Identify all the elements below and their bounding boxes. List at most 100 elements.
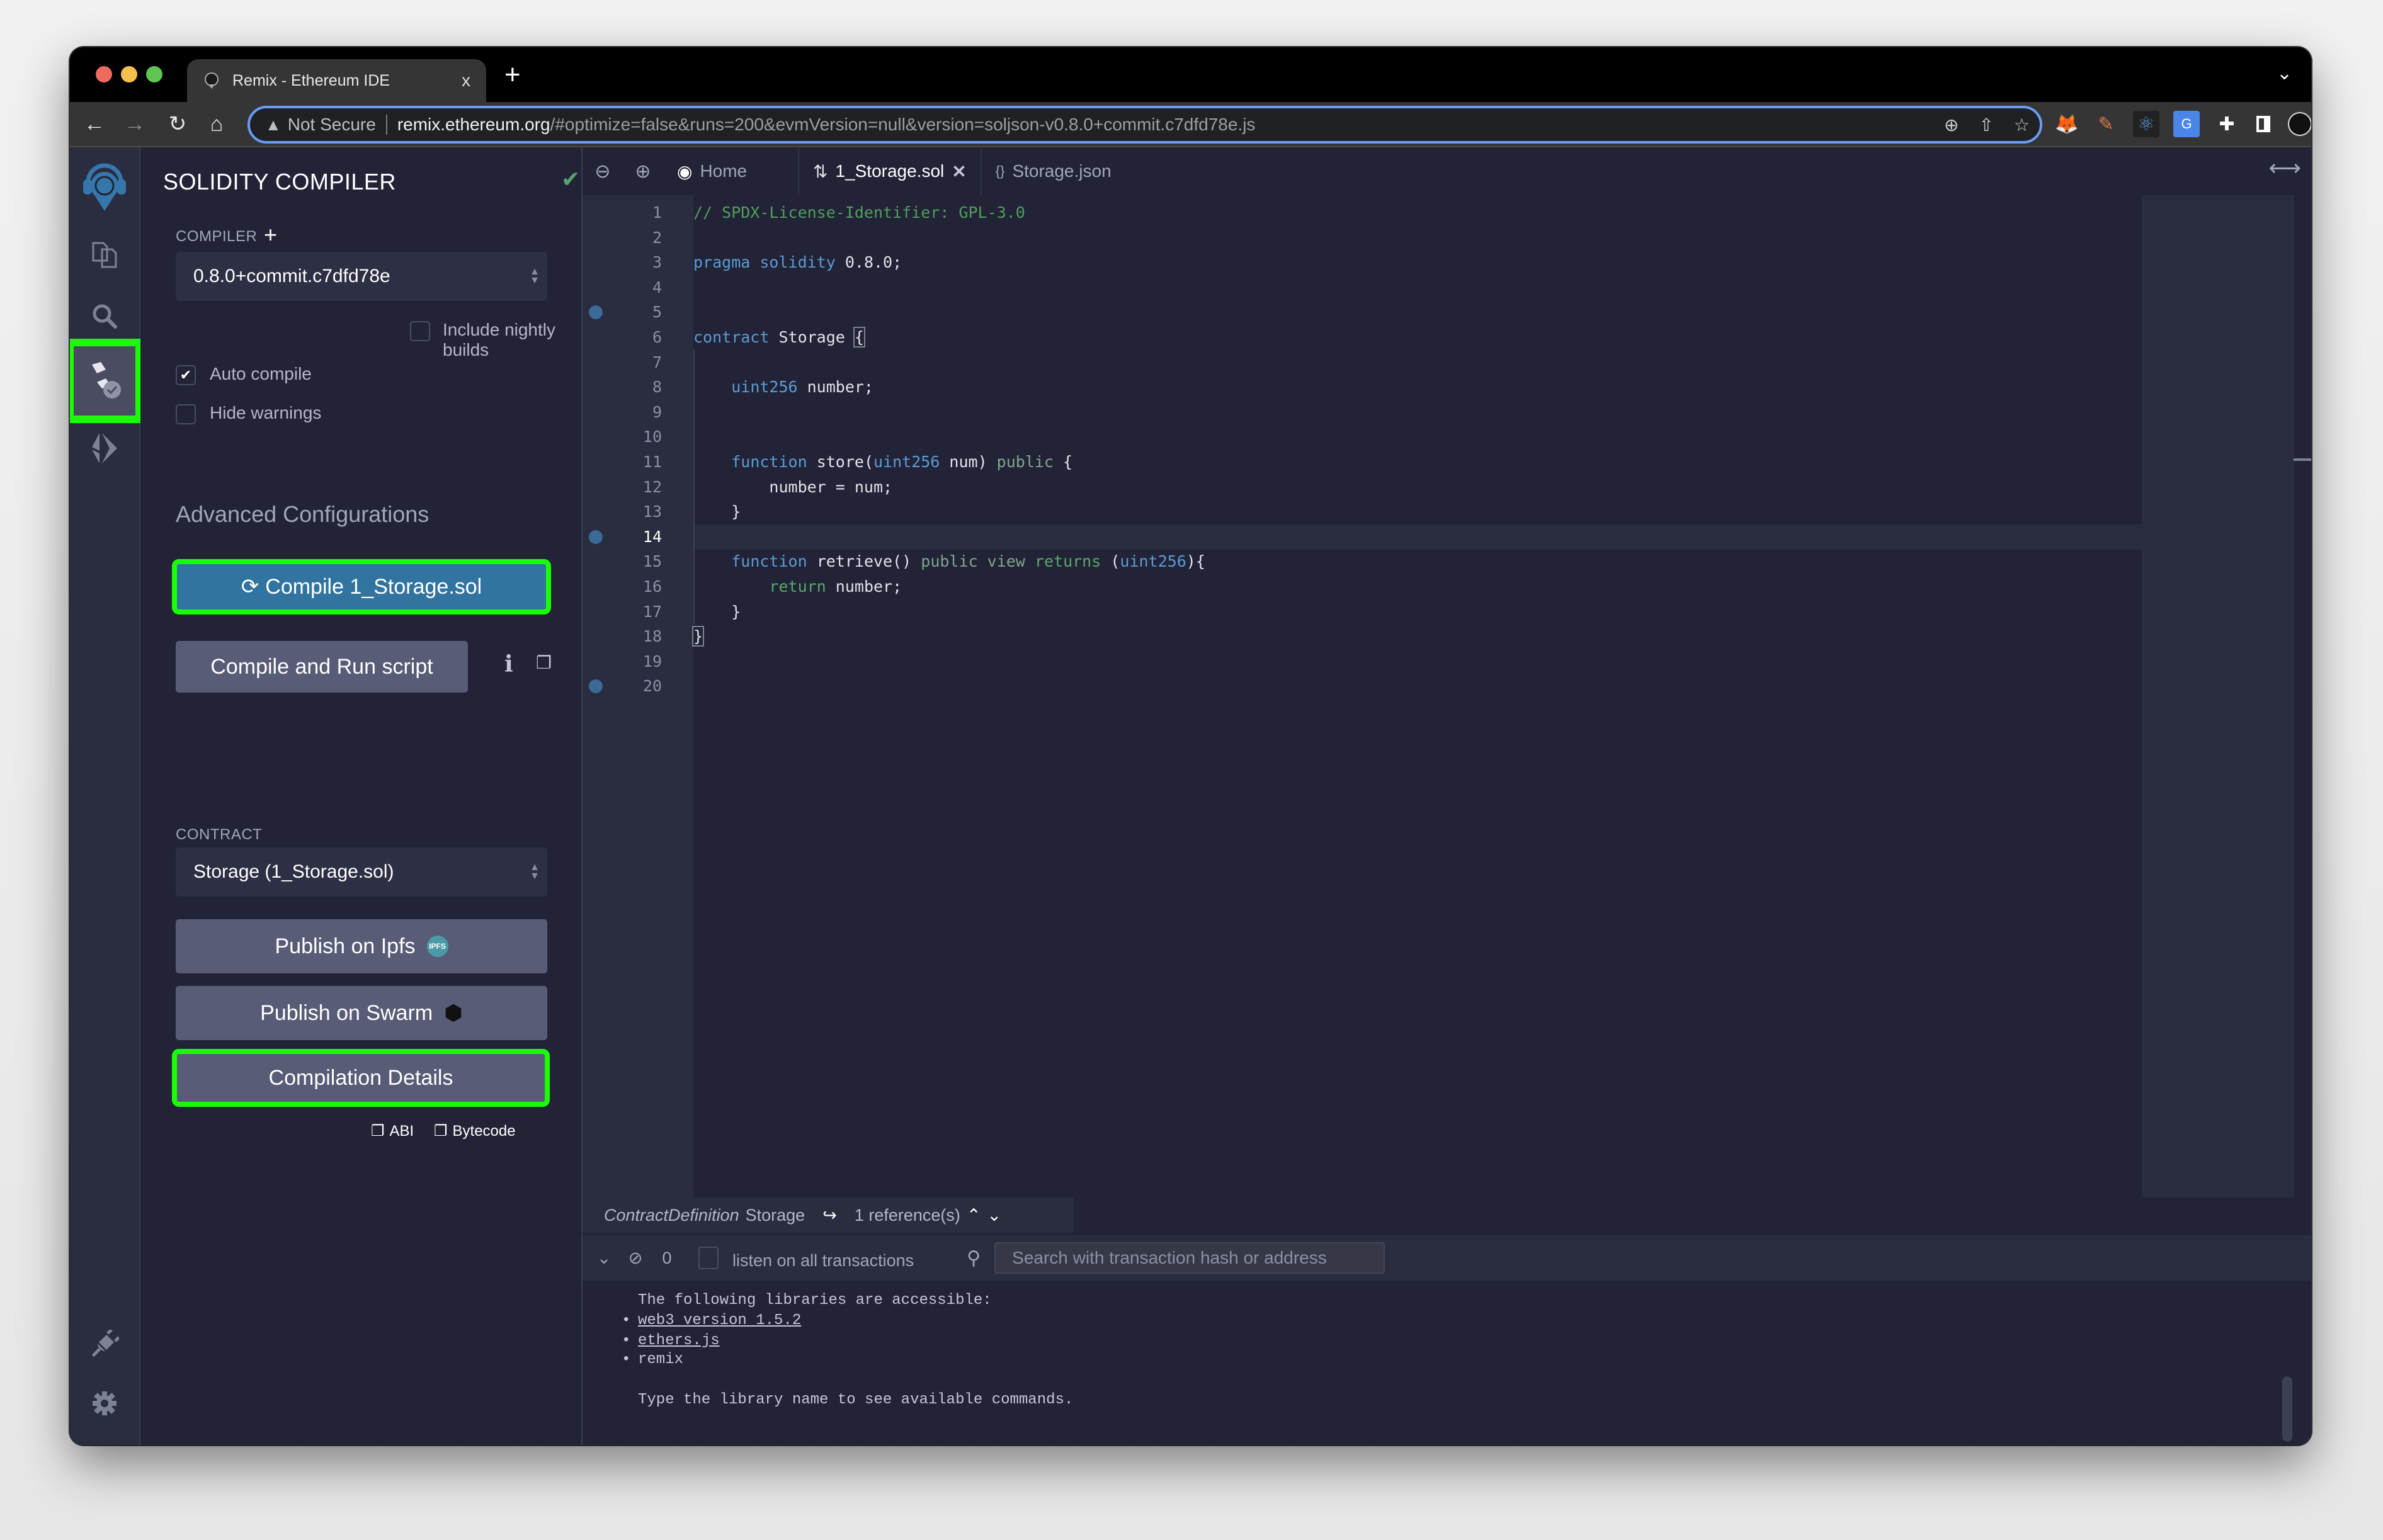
editor-tab-1-storage-sol[interactable]: ⇅ 1_Storage.sol ✕	[799, 147, 982, 195]
code-token: function	[731, 453, 807, 471]
terminal-scrollbar[interactable]	[2282, 1376, 2292, 1442]
compilation-details-button[interactable]: Compilation Details	[172, 1049, 550, 1107]
publish-ipfs-button[interactable]: Publish on Ipfs IPFS	[176, 919, 547, 973]
reload-icon[interactable]: ↻	[163, 110, 192, 139]
remix-logo-icon: ◉	[677, 161, 693, 181]
editor-vertical-scrollbar[interactable]	[2292, 195, 2311, 1197]
line-number[interactable]: 3	[583, 250, 662, 275]
search-icon[interactable]	[70, 291, 139, 341]
google-translate-icon[interactable]: G	[2173, 111, 2200, 137]
code-token: }	[691, 626, 705, 647]
copy-icon[interactable]: ❐	[536, 652, 552, 673]
share-icon[interactable]: ⇧	[1979, 115, 1993, 135]
hide-warnings-checkbox[interactable]	[176, 404, 196, 424]
zoom-lens-icon[interactable]: ⊕	[1944, 115, 1959, 135]
references-count: 1 reference(s)	[854, 1205, 960, 1225]
add-compiler-plus-icon[interactable]: +	[264, 222, 277, 248]
zoom-in-icon[interactable]: ⊕	[623, 161, 663, 183]
line-number[interactable]: 10	[583, 424, 662, 450]
panel-title: SOLIDITY COMPILER	[163, 169, 396, 195]
editor-tab-home[interactable]: ◉ Home	[663, 147, 799, 195]
metamask-icon[interactable]: 🦊	[2054, 111, 2080, 137]
code-line: }	[693, 599, 2142, 625]
goto-definition-icon[interactable]: ↪	[822, 1206, 837, 1225]
compile-and-run-button[interactable]: Compile and Run script	[176, 641, 468, 693]
back-arrow-icon[interactable]: ←	[80, 110, 109, 139]
deploy-run-icon[interactable]	[70, 423, 139, 473]
editor-tab-storage-json[interactable]: {} Storage.json	[982, 147, 1125, 195]
close-tab-icon[interactable]: x	[453, 71, 479, 91]
contract-select[interactable]: Storage (1_Storage.sol) ▲ ▼	[176, 847, 547, 897]
copy-bytecode-button[interactable]: ❐ Bytecode	[434, 1122, 516, 1140]
code-editor[interactable]: // SPDX-License-Identifier: GPL-3.0 pragm…	[691, 195, 2142, 1197]
browser-tab-remix[interactable]: Remix - Ethereum IDE x	[187, 59, 486, 102]
extensions-puzzle-icon[interactable]: ✚	[2214, 111, 2240, 137]
sidebar-toggle-icon[interactable]	[2250, 111, 2277, 137]
line-number[interactable]: 13	[583, 499, 662, 524]
file-explorer-icon[interactable]	[70, 229, 139, 280]
tab-search-chevron-icon[interactable]: ⌄	[2277, 62, 2292, 84]
compile-button[interactable]: ⟳ Compile 1_Storage.sol	[172, 559, 551, 614]
line-number[interactable]: 2	[583, 225, 662, 251]
line-number[interactable]: 17	[583, 599, 662, 625]
solidity-compiler-icon[interactable]	[70, 339, 143, 423]
next-reference-chevron-down-icon[interactable]: ⌄	[987, 1206, 1002, 1225]
remix-logo-icon[interactable]	[70, 154, 139, 217]
settings-gear-icon[interactable]	[70, 1378, 139, 1429]
code-token: ){	[1186, 552, 1205, 571]
line-number[interactable]: 16	[583, 574, 662, 599]
close-tab-icon[interactable]: ✕	[952, 161, 966, 182]
code-line: // SPDX-License-Identifier: GPL-3.0	[693, 200, 2142, 225]
library-link-ethers[interactable]: ethers.js	[638, 1332, 720, 1349]
line-number[interactable]: 8	[583, 375, 662, 400]
collapse-terminal-icon[interactable]: ⌄	[591, 1248, 617, 1268]
swarm-logo-icon: ⬢	[444, 1001, 463, 1025]
expand-horizontal-icon[interactable]: ⟷	[2268, 155, 2301, 181]
line-number[interactable]: 9	[583, 400, 662, 425]
zoom-out-icon[interactable]: ⊖	[583, 161, 623, 183]
info-icon[interactable]: i	[504, 651, 513, 677]
previous-reference-chevron-up-icon[interactable]: ⌃	[967, 1206, 981, 1225]
line-number[interactable]: 4	[583, 275, 662, 300]
eyedropper-icon[interactable]: ✎	[2093, 111, 2119, 137]
address-bar[interactable]: ▲ Not Secure remix.ethereum.org /#optimi…	[247, 106, 2042, 144]
code-token: retrieve()	[807, 552, 921, 571]
line-number[interactable]: 19	[583, 649, 662, 674]
listen-all-transactions-checkbox[interactable]	[698, 1247, 719, 1269]
auto-compile-checkbox[interactable]: ✔	[176, 365, 196, 385]
minimize-window-button[interactable]	[121, 66, 137, 82]
include-nightly-checkbox[interactable]	[410, 321, 430, 341]
browser-window: Remix - Ethereum IDE x + ⌄ ← → ↻ ⌂ ▲ Not…	[70, 47, 2311, 1445]
minimap[interactable]	[2142, 195, 2293, 1197]
forward-arrow-icon[interactable]: →	[120, 110, 149, 139]
security-label[interactable]: Not Secure	[288, 115, 376, 135]
transaction-search-input[interactable]: Search with transaction hash or address	[994, 1242, 1385, 1274]
terminal-hint: Type the library name to see available c…	[638, 1391, 1074, 1408]
bookmark-star-icon[interactable]: ☆	[2014, 115, 2030, 135]
compiler-version-select[interactable]: 0.8.0+commit.c7dfd78e ▲ ▼	[176, 252, 547, 301]
advanced-configurations-toggle[interactable]: Advanced Configurations	[176, 501, 429, 528]
home-icon[interactable]: ⌂	[202, 110, 231, 139]
profile-avatar[interactable]	[2287, 111, 2311, 137]
line-number[interactable]: 7	[583, 350, 662, 375]
plugin-manager-icon[interactable]	[70, 1319, 139, 1369]
copy-abi-button[interactable]: ❐ ABI	[371, 1122, 414, 1140]
library-link-web3[interactable]: web3 version 1.5.2	[638, 1312, 801, 1329]
publish-swarm-button[interactable]: Publish on Swarm ⬢	[176, 986, 547, 1040]
close-window-button[interactable]	[96, 66, 112, 82]
maximize-window-button[interactable]	[146, 66, 162, 82]
tab-label: 1_Storage.sol	[835, 161, 945, 181]
line-number[interactable]: 18	[583, 624, 662, 649]
line-number[interactable]: 6	[583, 325, 662, 350]
code-line: function retrieve() public view returns …	[693, 549, 2142, 574]
line-number[interactable]: 12	[583, 475, 662, 500]
line-number[interactable]: 15	[583, 549, 662, 574]
clear-console-icon[interactable]: ⊘	[617, 1248, 654, 1268]
breakpoint-marker[interactable]	[589, 529, 603, 544]
line-number[interactable]: 1	[583, 200, 662, 225]
new-tab-button[interactable]: +	[504, 61, 521, 89]
react-devtools-icon[interactable]: ⚛	[2133, 111, 2159, 137]
line-number[interactable]: 11	[583, 450, 662, 475]
